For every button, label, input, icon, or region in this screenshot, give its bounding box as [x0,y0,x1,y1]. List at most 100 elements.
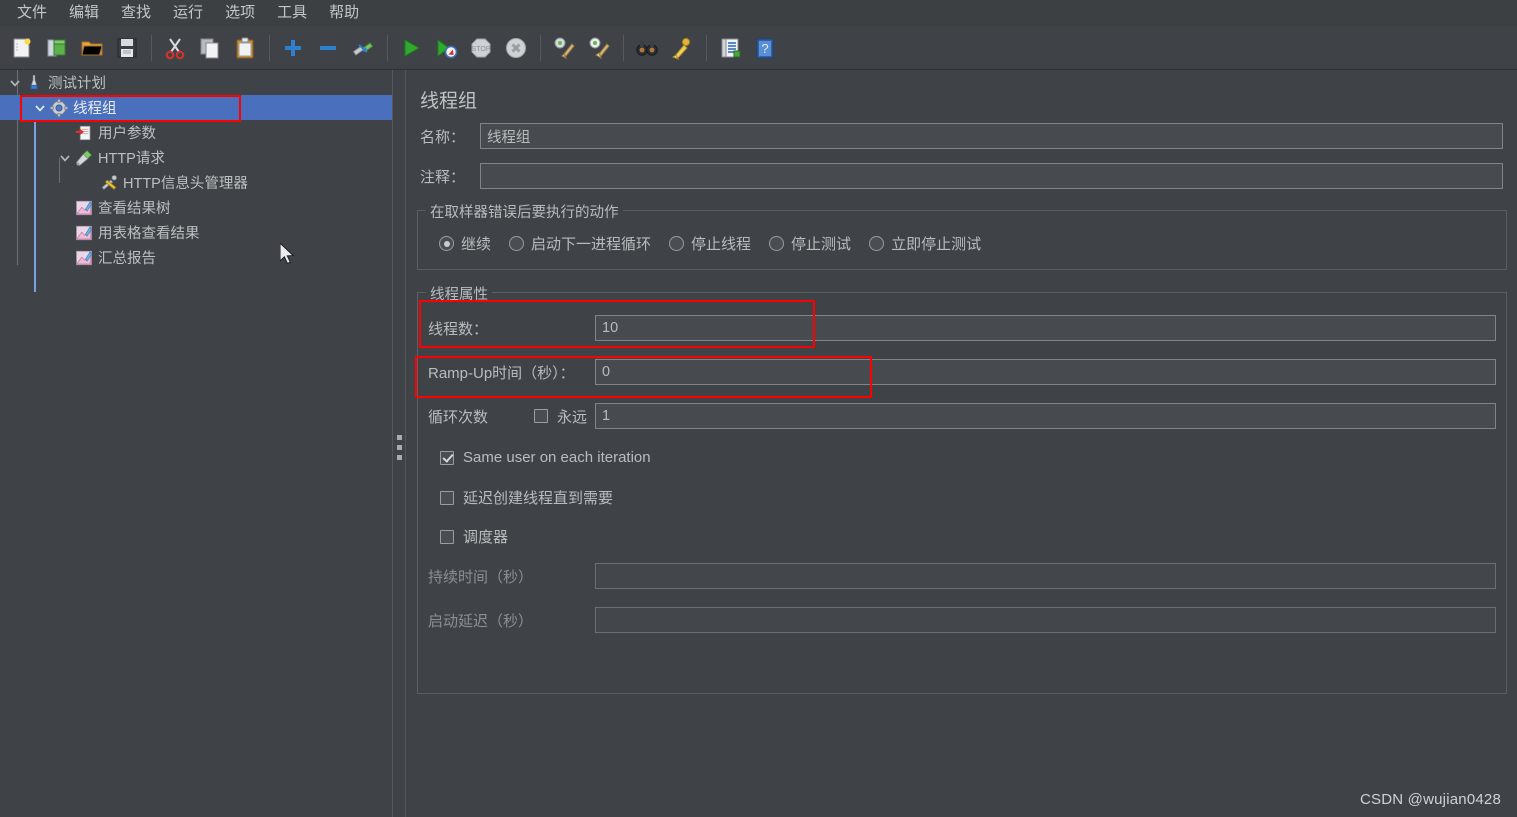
radio-stop-test-now[interactable]: 立即停止测试 [869,233,981,254]
menu-tools[interactable]: 工具 [266,1,318,25]
menu-edit[interactable]: 编辑 [58,1,110,25]
page-title: 线程组 [420,91,478,112]
duration-input[interactable] [595,563,1496,589]
radio-continue[interactable]: 继续 [439,233,491,254]
radio-stop-test[interactable]: 停止测试 [769,233,851,254]
toolbar-button-shutdown-x[interactable] [501,33,531,63]
svg-text:STOP: STOP [472,46,491,53]
svg-text:?: ? [761,41,768,56]
menu-bar: 文件 编辑 查找 运行 选项 工具 帮助 [0,0,1517,26]
chevron-down-icon[interactable] [31,102,49,114]
shutdown-x-icon [504,36,528,60]
toolbar-button-clear-gear-broom[interactable] [549,33,579,63]
menu-search[interactable]: 查找 [110,1,162,25]
name-input[interactable] [479,123,1503,149]
toolbar-button-reset-search-broom[interactable] [667,33,697,63]
thread-count-input[interactable] [595,315,1496,341]
tree-node-label: HTTP信息头管理器 [123,175,248,192]
thread-group-gear-icon [49,98,69,117]
tree-node-thread-group[interactable]: 线程组 [0,95,392,120]
http-request-icon [74,149,94,167]
radio-stop-thread[interactable]: 停止线程 [669,233,751,254]
menu-run[interactable]: 运行 [162,1,214,25]
startup-delay-row: 启动延迟（秒） [428,607,1496,633]
toolbar-separator [706,34,707,61]
toolbar-button-plus-expand[interactable] [278,33,308,63]
comment-input[interactable] [479,163,1503,189]
toolbar-button-start-play[interactable] [396,33,426,63]
test-plan-tree[interactable]: 测试计划线程组用户参数 HTTP请求 HTTP信息头管理器查看结果树 用表格查看结果汇… [0,70,392,817]
delayed-thread-creation-checkbox[interactable]: 延迟创建线程直到需要 [440,487,613,508]
toolbar-button-paste-clipboard[interactable] [230,33,260,63]
radio-selected-icon [439,236,454,251]
on-sampler-error-group-title: 在取样器错误后要执行的动作 [426,201,623,222]
splitter-grip-dot [397,455,402,460]
loop-count-label: 循环次数 [428,408,489,426]
minus-collapse-icon [316,36,340,60]
toolbar-button-cut-scissors[interactable] [160,33,190,63]
radio-label: 立即停止测试 [891,236,982,253]
radio-empty-icon [869,236,885,251]
toolbar-button-copy-pages[interactable] [195,33,225,63]
panel-splitter[interactable] [392,70,406,817]
tree-node-label: 汇总报告 [98,250,156,267]
thread-properties-group-title: 线程属性 [426,283,492,304]
startup-delay-label: 启动延迟（秒） [428,612,534,630]
toolbar-button-function-helper[interactable] [715,33,745,63]
tree-node-user-parameters[interactable]: 用户参数 [0,120,392,145]
checkbox-box-icon [440,529,454,544]
tree-node-label: HTTP请求 [98,150,165,167]
same-user-checkbox[interactable]: Same user on each iteration [440,449,651,466]
toolbar-button-new-document[interactable] [7,33,37,63]
function-helper-icon [718,36,742,60]
loop-forever-checkbox[interactable]: 永远 [534,406,595,427]
menu-options[interactable]: 选项 [214,1,266,25]
toolbar-separator [540,34,541,61]
chevron-down-icon[interactable] [56,152,74,164]
comment-label: 注释： [420,168,466,186]
toolbar-button-clear-all-broom[interactable] [584,33,614,63]
tree-node-label: 线程组 [73,100,117,117]
chevron-down-icon[interactable] [6,77,24,89]
menu-help[interactable]: 帮助 [318,1,370,25]
toolbar-button-open-folder[interactable] [77,33,107,63]
clear-gear-broom-icon [552,36,576,60]
tree-node-view-results-in-table[interactable]: 用表格查看结果 [0,220,392,245]
start-play-icon [399,36,423,60]
loop-count-input[interactable] [595,403,1496,429]
duration-label: 持续时间（秒） [428,568,534,586]
tree-node-test-plan[interactable]: 测试计划 [0,70,392,95]
new-document-icon [10,36,34,60]
toolbar: STOP? [0,26,1517,70]
on-sampler-error-radios: 继续 启动下一进程循环 停止线程 停止测试 立即停止测试 [439,233,999,254]
ramp-up-input[interactable] [595,359,1496,385]
toolbar-separator [387,34,388,61]
clear-all-broom-icon [587,36,611,60]
radio-empty-icon [669,236,685,251]
tree-node-summary-report[interactable]: 汇总报告 [0,245,392,270]
comment-row: 注释： [420,163,1503,189]
toolbar-button-save-floppy[interactable] [112,33,142,63]
toolbar-separator [151,34,152,61]
toolbar-button-search-binoculars[interactable] [632,33,662,63]
toolbar-button-start-no-pauses[interactable] [431,33,461,63]
thread-count-label: 线程数： [428,320,489,338]
toolbar-button-open-template[interactable] [42,33,72,63]
radio-start-next-loop[interactable]: 启动下一进程循环 [509,233,651,254]
tree-node-view-results-tree[interactable]: 查看结果树 [0,195,392,220]
toolbar-button-minus-collapse[interactable] [313,33,343,63]
startup-delay-input[interactable] [595,607,1496,633]
same-user-label: Same user on each iteration [463,449,651,466]
reset-search-broom-icon [670,36,694,60]
toolbar-button-toggle-pencil[interactable] [348,33,378,63]
header-manager-icon [99,174,119,192]
scheduler-checkbox[interactable]: 调度器 [440,526,508,547]
toolbar-button-stop-sign[interactable]: STOP [466,33,496,63]
tree-node-label: 测试计划 [48,75,106,92]
toolbar-button-help-book[interactable]: ? [750,33,780,63]
user-parameters-icon [74,124,94,142]
checkbox-box-icon [440,490,454,505]
menu-file[interactable]: 文件 [6,1,58,25]
tree-node-http-header-manager[interactable]: HTTP信息头管理器 [0,170,392,195]
tree-node-http-request[interactable]: HTTP请求 [0,145,392,170]
